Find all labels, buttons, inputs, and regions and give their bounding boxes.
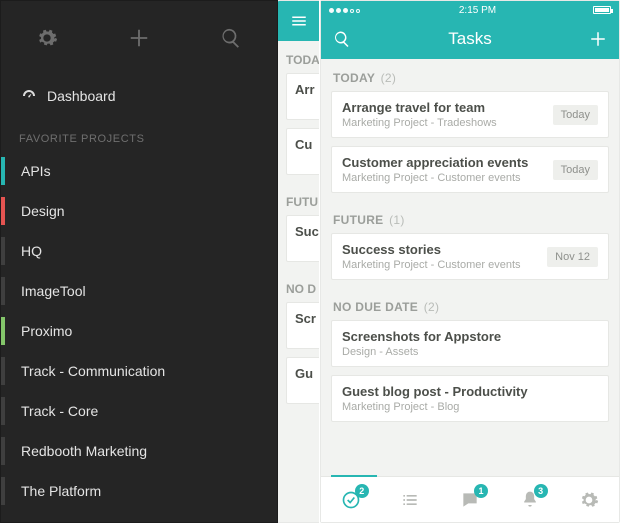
project-color-stripe <box>1 437 5 465</box>
navbar-title: Tasks <box>448 29 491 49</box>
task-card[interactable]: Customer appreciation events Marketing P… <box>331 146 609 193</box>
drawer-search-button[interactable] <box>201 13 261 63</box>
task-subtitle: Marketing Project - Customer events <box>342 172 528 184</box>
drawer-project-label: The Platform <box>21 483 101 499</box>
drawer-dashboard[interactable]: Dashboard <box>1 75 277 117</box>
project-color-stripe <box>1 317 5 345</box>
tab-badge: 2 <box>355 484 369 498</box>
section-header-today: TODAY (2) <box>321 59 619 91</box>
task-title: Success stories <box>342 242 521 257</box>
drawer-project-label: Track - Core <box>21 403 98 419</box>
navigation-drawer: Dashboard FAVORITE PROJECTS APIs Design HQ… <box>0 0 278 523</box>
tab-alerts[interactable]: 3 <box>510 480 550 520</box>
drawer-project-item[interactable]: Proximo <box>1 311 277 351</box>
drawer-project-label: ImageTool <box>21 283 86 299</box>
project-color-stripe <box>1 397 5 425</box>
drawer-project-label: Proximo <box>21 323 72 339</box>
task-list: TODAY (2) Arrange travel for team Market… <box>321 59 619 476</box>
drawer-toolbar <box>1 1 277 75</box>
drawer-project-label: Track - Communication <box>21 363 165 379</box>
status-bar: 2:15 PM <box>321 1 619 19</box>
project-color-stripe <box>1 237 5 265</box>
task-title: Customer appreciation events <box>342 155 528 170</box>
tab-bar: 2 1 3 <box>321 476 619 522</box>
battery-icon <box>593 6 611 14</box>
task-title: Screenshots for Appstore <box>342 329 501 344</box>
tab-tasks[interactable]: 2 <box>331 480 371 520</box>
project-color-stripe <box>1 197 5 225</box>
section-header-nodate: NO DUE DATE (2) <box>321 288 619 320</box>
section-header-future: FUTURE (1) <box>321 201 619 233</box>
drawer-project-item[interactable]: The Platform <box>1 471 277 511</box>
search-icon[interactable] <box>333 30 351 48</box>
task-card[interactable]: Screenshots for Appstore Design - Assets <box>331 320 609 367</box>
drawer-project-label: APIs <box>21 163 51 179</box>
dashboard-icon <box>21 88 37 104</box>
drawer-group-header: FAVORITE PROJECTS <box>1 123 277 151</box>
tab-chat[interactable]: 1 <box>450 480 490 520</box>
project-color-stripe <box>1 477 5 505</box>
list-icon <box>400 490 420 510</box>
drawer-project-item[interactable]: Track - Core <box>1 391 277 431</box>
due-badge: Today <box>553 160 598 180</box>
drawer-project-item[interactable]: HQ <box>1 231 277 271</box>
project-color-stripe <box>1 277 5 305</box>
status-time: 2:15 PM <box>459 5 496 16</box>
task-subtitle: Marketing Project - Tradeshows <box>342 117 497 129</box>
tab-settings[interactable] <box>569 480 609 520</box>
project-color-stripe <box>1 357 5 385</box>
plus-icon[interactable] <box>589 30 607 48</box>
task-subtitle: Marketing Project - Blog <box>342 401 528 413</box>
drawer-project-label: Design <box>21 203 65 219</box>
task-card[interactable]: Arrange travel for team Marketing Projec… <box>331 91 609 138</box>
drawer-project-item[interactable]: Track - Communication <box>1 351 277 391</box>
task-subtitle: Design - Assets <box>342 346 501 358</box>
search-icon <box>220 27 242 49</box>
signal-dots-icon <box>329 5 362 16</box>
due-badge: Nov 12 <box>547 247 598 267</box>
drawer-project-item[interactable]: Design <box>1 191 277 231</box>
drawer-project-item[interactable]: APIs <box>1 151 277 191</box>
gear-icon <box>36 27 58 49</box>
drawer-project-item[interactable]: Redbooth Marketing <box>1 431 277 471</box>
gear-icon <box>579 490 599 510</box>
task-subtitle: Marketing Project - Customer events <box>342 259 521 271</box>
tab-badge: 1 <box>474 484 488 498</box>
navbar: Tasks <box>321 19 619 59</box>
drawer-dashboard-label: Dashboard <box>47 88 116 104</box>
due-badge: Today <box>553 105 598 125</box>
task-title: Arrange travel for team <box>342 100 497 115</box>
project-color-stripe <box>1 157 5 185</box>
task-card[interactable]: Success stories Marketing Project - Cust… <box>331 233 609 280</box>
task-card[interactable]: Guest blog post - Productivity Marketing… <box>331 375 609 422</box>
plus-icon <box>128 27 150 49</box>
tab-badge: 3 <box>534 484 548 498</box>
drawer-add-button[interactable] <box>109 13 169 63</box>
tasks-screen: 2:15 PM Tasks TODAY (2) Arrange travel f… <box>320 0 620 523</box>
drawer-project-label: HQ <box>21 243 42 259</box>
tab-list[interactable] <box>390 480 430 520</box>
drawer-project-item[interactable]: ImageTool <box>1 271 277 311</box>
drawer-project-label: Redbooth Marketing <box>21 443 147 459</box>
task-title: Guest blog post - Productivity <box>342 384 528 399</box>
drawer-settings-button[interactable] <box>17 13 77 63</box>
menu-icon[interactable] <box>290 12 308 30</box>
